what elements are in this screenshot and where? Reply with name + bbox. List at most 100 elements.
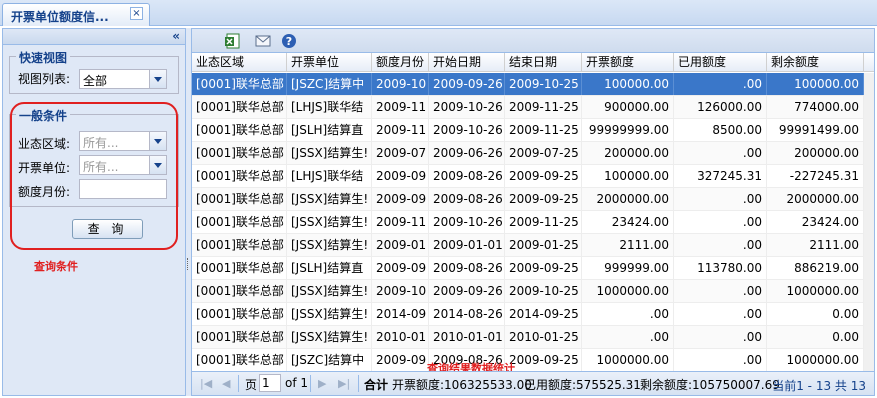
cell-region: [0001]联华总部 bbox=[192, 188, 287, 210]
cell-unit: [JSSX]结算生! bbox=[287, 303, 372, 325]
col-start-date[interactable]: 开始日期 bbox=[429, 53, 505, 72]
cell-unit: [JSSX]结算生! bbox=[287, 280, 372, 302]
cell-used: 113780.00 bbox=[674, 257, 767, 279]
cell-remaining: 0.00 bbox=[767, 303, 864, 325]
cell-month: 2009-10 bbox=[372, 280, 429, 302]
cell-remaining: 100000.00 bbox=[767, 73, 864, 95]
cell-region: [0001]联华总部 bbox=[192, 326, 287, 348]
table-row[interactable]: [0001]联华总部 [JSSX]结算生! 2009-11 2009-10-26 200… bbox=[192, 211, 864, 234]
cell-unit: [LHJS]联华结 bbox=[287, 165, 372, 187]
cell-used: .00 bbox=[674, 349, 767, 371]
cell-month: 2009-07 bbox=[372, 142, 429, 164]
close-icon[interactable]: × bbox=[130, 7, 143, 20]
cell-month: 2014-09 bbox=[372, 303, 429, 325]
cell-start-date: 2009-08-26 bbox=[429, 257, 505, 279]
cell-unit: [JSSX]结算生! bbox=[287, 188, 372, 210]
help-icon[interactable]: ? bbox=[280, 32, 298, 50]
table-row[interactable]: [0001]联华总部 [JSLH]结算直 2009-11 2009-10-26 2009… bbox=[192, 119, 864, 142]
cell-used: .00 bbox=[674, 326, 767, 348]
cell-issued: 999999.00 bbox=[582, 257, 674, 279]
first-page-icon[interactable]: |◀ bbox=[200, 377, 212, 390]
cell-used: 126000.00 bbox=[674, 96, 767, 118]
cell-remaining: 2000000.00 bbox=[767, 188, 864, 210]
table-row[interactable]: [0001]联华总部 [JSSX]结算生! 2014-09 2014-08-26 201… bbox=[192, 303, 864, 326]
separator bbox=[310, 375, 311, 392]
table-row[interactable]: [0001]联华总部 [JSZC]结算中 2009-09 2009-08-26 2009… bbox=[192, 349, 864, 372]
cell-end-date: 2009-07-25 bbox=[505, 142, 582, 164]
cell-used: .00 bbox=[674, 234, 767, 256]
cell-end-date: 2009-11-25 bbox=[505, 96, 582, 118]
separator bbox=[238, 375, 239, 392]
query-conditions-annotation: 查询条件 bbox=[34, 260, 78, 273]
chevron-down-icon[interactable] bbox=[149, 70, 166, 88]
cell-unit: [JSLH]结算直 bbox=[287, 257, 372, 279]
cell-month: 2009-09 bbox=[372, 257, 429, 279]
table-row[interactable]: [0001]联华总部 [JSLH]结算直 2009-09 2009-08-26 2009… bbox=[192, 257, 864, 280]
table-row[interactable]: [0001]联华总部 [JSSX]结算生! 2009-10 2009-09-26 200… bbox=[192, 280, 864, 303]
cell-end-date: 2009-01-25 bbox=[505, 234, 582, 256]
page-label: 页 bbox=[245, 378, 258, 392]
cell-end-date: 2014-09-25 bbox=[505, 303, 582, 325]
cell-start-date: 2009-06-26 bbox=[429, 142, 505, 164]
used-total: 已用额度:575525.31 bbox=[524, 378, 641, 392]
cell-region: [0001]联华总部 bbox=[192, 73, 287, 95]
col-used[interactable]: 已用额度 bbox=[674, 53, 767, 72]
vertical-scrollbar[interactable] bbox=[864, 73, 874, 373]
grid-toolbar: ? bbox=[192, 29, 874, 53]
cell-issued: 900000.00 bbox=[582, 96, 674, 118]
cell-remaining: 1000000.00 bbox=[767, 280, 864, 302]
cell-month: 2009-11 bbox=[372, 96, 429, 118]
view-list-select[interactable]: 全部 bbox=[79, 69, 167, 89]
cell-remaining: 774000.00 bbox=[767, 96, 864, 118]
prev-page-icon[interactable]: ◀ bbox=[222, 377, 230, 390]
col-issued[interactable]: 开票额度 bbox=[582, 53, 674, 72]
cell-remaining: 2111.00 bbox=[767, 234, 864, 256]
table-row[interactable]: [0001]联华总部 [LHJS]联华结 2009-09 2009-08-26 2009… bbox=[192, 165, 864, 188]
page-input[interactable]: 1 bbox=[259, 374, 281, 392]
cell-end-date: 2009-09-25 bbox=[505, 257, 582, 279]
col-remaining[interactable]: 剩余额度 bbox=[767, 53, 864, 72]
cell-issued: 1000000.00 bbox=[582, 349, 674, 371]
cell-used: .00 bbox=[674, 280, 767, 302]
annotation-box bbox=[10, 102, 178, 250]
cell-unit: [JSSX]结算生! bbox=[287, 326, 372, 348]
cell-month: 2010-01 bbox=[372, 326, 429, 348]
last-page-icon[interactable]: ▶| bbox=[338, 377, 350, 390]
mail-icon[interactable] bbox=[254, 32, 272, 50]
table-row[interactable]: [0001]联华总部 [LHJS]联华结 2009-11 2009-10-26 2009… bbox=[192, 96, 864, 119]
col-month[interactable]: 额度月份 bbox=[372, 53, 429, 72]
cell-region: [0001]联华总部 bbox=[192, 280, 287, 302]
col-unit[interactable]: 开票单位 bbox=[287, 53, 372, 72]
cell-start-date: 2009-10-26 bbox=[429, 211, 505, 233]
table-row[interactable]: [0001]联华总部 [JSZC]结算中 2009-10 2009-09-26 2009… bbox=[192, 73, 864, 96]
table-row[interactable]: [0001]联华总部 [JSSX]结算生! 2009-01 2009-01-01 200… bbox=[192, 234, 864, 257]
col-region[interactable]: 业态区域 bbox=[192, 53, 287, 72]
cell-start-date: 2009-08-26 bbox=[429, 165, 505, 187]
table-row[interactable]: [0001]联华总部 [JSSX]结算生! 2009-09 2009-08-26 200… bbox=[192, 188, 864, 211]
cell-used: .00 bbox=[674, 211, 767, 233]
cell-unit: [JSLH]结算直 bbox=[287, 119, 372, 141]
excel-export-icon[interactable] bbox=[224, 32, 242, 50]
table-row[interactable]: [0001]联华总部 [JSSX]结算生! 2010-01 2010-01-01 201… bbox=[192, 326, 864, 349]
view-list-value: 全部 bbox=[83, 74, 108, 88]
table-row[interactable]: [0001]联华总部 [JSSX]结算生! 2009-07 2009-06-26 200… bbox=[192, 142, 864, 165]
next-page-icon[interactable]: ▶ bbox=[318, 377, 326, 390]
cell-remaining: 200000.00 bbox=[767, 142, 864, 164]
cell-start-date: 2009-08-26 bbox=[429, 188, 505, 210]
display-info: 当前1 - 13 共 13 bbox=[772, 379, 866, 393]
cell-region: [0001]联华总部 bbox=[192, 349, 287, 371]
cell-end-date: 2009-11-25 bbox=[505, 211, 582, 233]
tab-title: 开票单位额度信... bbox=[11, 10, 109, 24]
cell-remaining: 886219.00 bbox=[767, 257, 864, 279]
tab-quota-info[interactable]: 开票单位额度信... × bbox=[2, 3, 150, 26]
collapse-icon[interactable]: « bbox=[172, 29, 180, 43]
cell-issued: 100000.00 bbox=[582, 165, 674, 187]
separator bbox=[358, 375, 359, 392]
cell-start-date: 2009-10-26 bbox=[429, 119, 505, 141]
cell-region: [0001]联华总部 bbox=[192, 165, 287, 187]
cell-used: .00 bbox=[674, 188, 767, 210]
remaining-total: 剩余额度:105750007.69 bbox=[640, 378, 780, 392]
cell-issued: 200000.00 bbox=[582, 142, 674, 164]
cell-end-date: 2009-09-25 bbox=[505, 165, 582, 187]
col-end-date[interactable]: 结束日期 bbox=[505, 53, 582, 72]
